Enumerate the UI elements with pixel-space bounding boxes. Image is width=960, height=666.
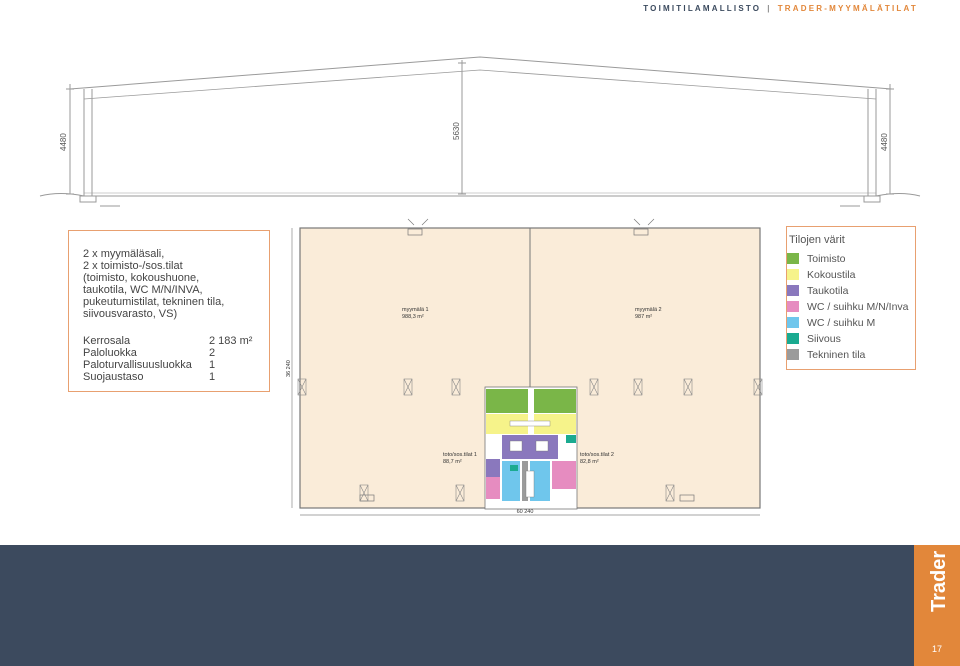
legend-label: WC / suihku M: [807, 317, 876, 329]
legend-label: Siivous: [807, 333, 841, 345]
building-cross-section: 4480 5630 4480: [39, 56, 921, 207]
spec-value: 1: [209, 359, 216, 371]
legend-swatch: [787, 349, 799, 360]
legend-swatch: [787, 301, 799, 312]
legend-swatch: [787, 333, 799, 344]
store1-name: myymälä 1: [402, 307, 429, 313]
legend-swatch: [787, 317, 799, 328]
office1-area: 88,7 m²: [443, 459, 462, 465]
store2-name: myymälä 2: [635, 307, 662, 313]
spec-row-fire-safety-class: Paloturvallisuusluokka 1: [83, 359, 253, 371]
plan-depth-dim: 36 240: [286, 360, 292, 377]
specs-description: 2 x myymäläsali, 2 x toimisto-/sos.tilat…: [83, 248, 225, 320]
spec-value: 2 183 m²: [209, 335, 253, 347]
office2-area: 82,8 m²: [580, 459, 599, 465]
legend-swatch: [787, 269, 799, 280]
office2-name: toto/sos.tilat 2: [580, 452, 614, 458]
spec-label: Suojaustaso: [83, 371, 144, 383]
section-dim-ridge: 5630: [452, 122, 461, 140]
store1-area: 988,3 m²: [402, 314, 424, 320]
room-color-legend: Tilojen värit Toimisto Kokoustila Taukot…: [786, 226, 916, 370]
legend-swatch: [787, 285, 799, 296]
plan-width-dim: 60 240: [517, 509, 534, 515]
legend-title: Tilojen värit: [789, 234, 845, 246]
legend-label: Tekninen tila: [807, 349, 866, 361]
brand-logo: Trader: [928, 551, 950, 612]
spec-label: Paloluokka: [83, 347, 137, 359]
legend-swatch: [787, 253, 799, 264]
office1-name: toto/sos.tilat 1: [443, 452, 477, 458]
page-number: 17: [931, 644, 942, 654]
spec-value: 2: [209, 347, 216, 359]
floor-plan: 60 240 36 240 myymälä 1 988,3 m² myymälä…: [286, 218, 763, 516]
section-dim-left: 4480: [59, 133, 68, 151]
legend-label: WC / suihku M/N/Inva: [807, 301, 909, 313]
legend-label: Taukotila: [807, 285, 849, 297]
legend-label: Toimisto: [807, 253, 846, 265]
brand-name: Trader: [928, 551, 950, 612]
legend-label: Kokoustila: [807, 269, 856, 281]
spec-row-protection-level: Suojaustaso 1: [83, 371, 253, 383]
spec-label: Paloturvallisuusluokka: [83, 359, 192, 371]
spec-value: 1: [209, 371, 216, 383]
spec-row-floor-area: Kerrosala 2 183 m²: [83, 335, 253, 347]
specs-box: 2 x myymäläsali, 2 x toimisto-/sos.tilat…: [68, 230, 270, 392]
spec-label: Kerrosala: [83, 335, 131, 347]
section-dim-right: 4480: [880, 133, 889, 151]
store2-area: 987 m²: [635, 314, 652, 320]
spec-row-fire-class: Paloluokka 2: [83, 347, 253, 359]
footer-band: [0, 545, 960, 666]
